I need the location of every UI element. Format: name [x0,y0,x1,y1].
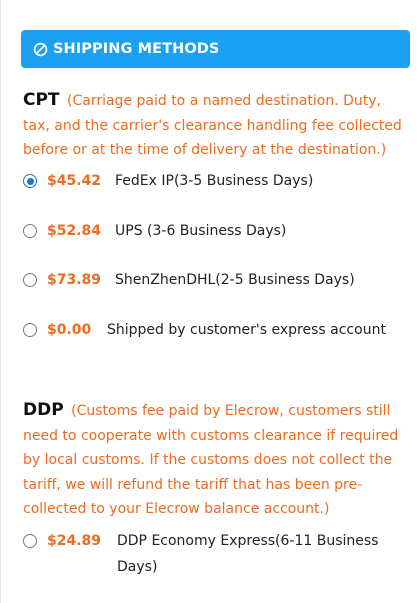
option-price: $0.00 [47,322,92,338]
shipping-option-dhl[interactable]: $73.89 ShenZhenDHL(2-5 Business Days) [23,267,407,293]
option-price: $73.89 [47,272,102,288]
option-label: DDP Economy Express(6-11 Business Days) [117,533,379,575]
option-label: Shipped by customer's express account [107,322,386,338]
option-label: UPS (3-6 Business Days) [115,223,287,239]
option-price: $45.42 [47,173,102,189]
radio-button[interactable] [23,273,37,287]
option-price: $52.84 [47,223,102,239]
option-label: FedEx IP(3-5 Business Days) [115,173,314,189]
header-title: SHIPPING METHODS [53,41,220,57]
no-entry-icon [33,42,48,57]
radio-button[interactable] [23,224,37,238]
radio-button[interactable] [23,323,37,337]
option-label: ShenZhenDHL(2-5 Business Days) [115,272,355,288]
radio-button[interactable] [23,174,37,188]
radio-button[interactable] [23,534,37,548]
shipping-methods-header: SHIPPING METHODS [21,30,410,68]
ddp-section-title: DDP (Customs fee paid by Elecrow, custom… [23,398,407,522]
shipping-methods-panel: SHIPPING METHODS CPT (Carriage paid to a… [0,0,417,603]
cpt-section-title: CPT (Carriage paid to a named destinatio… [23,88,407,163]
shipping-option-ups[interactable]: $52.84 UPS (3-6 Business Days) [23,218,407,244]
section-code: DDP [23,400,64,420]
shipping-option-ddp-economy[interactable]: $24.89 DDP Economy Express(6-11 Business… [23,528,407,580]
option-price: $24.89 [47,533,102,549]
shipping-option-own-account[interactable]: $0.00 Shipped by customer's express acco… [23,317,407,343]
shipping-option-fedex[interactable]: $45.42 FedEx IP(3-5 Business Days) [23,168,407,194]
section-description: (Carriage paid to a named destination. D… [23,93,402,158]
section-code: CPT [23,90,60,110]
section-description: (Customs fee paid by Elecrow, customers … [23,403,399,517]
